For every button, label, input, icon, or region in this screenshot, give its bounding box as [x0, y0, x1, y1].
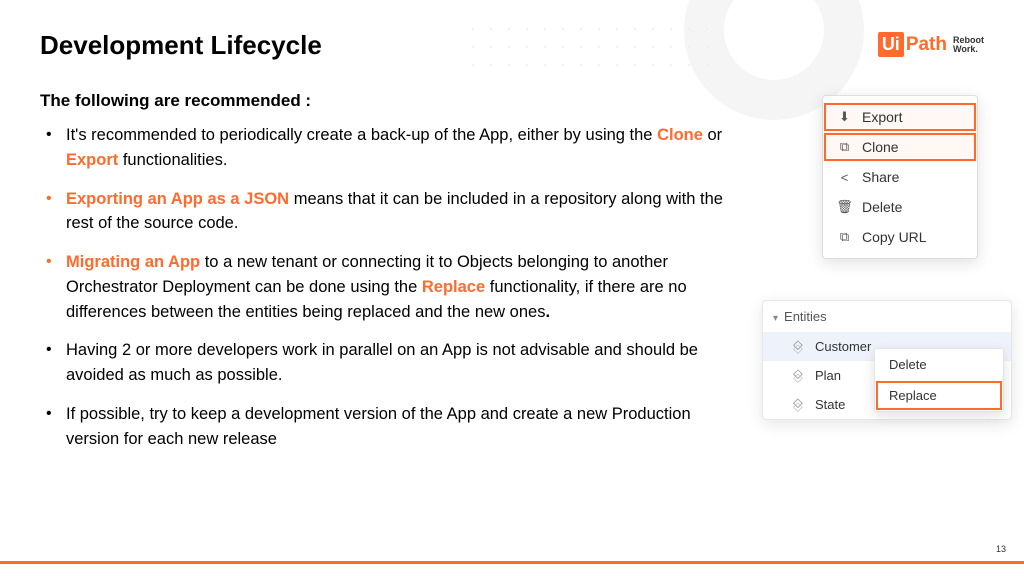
share-icon: <: [837, 170, 852, 185]
keyword-migrate: Migrating an App: [66, 253, 200, 271]
copy-icon: ⧉: [837, 140, 852, 155]
brand-logo: Ui Path Reboot Work.: [878, 32, 984, 57]
bullet-migrate: Migrating an App to a new tenant or conn…: [40, 250, 740, 324]
page-title: Development Lifecycle: [40, 30, 984, 61]
menu-item-clone[interactable]: ⧉Clone: [823, 132, 977, 162]
entity-context-menu: Delete Replace: [874, 348, 1004, 412]
layers-icon: [793, 340, 807, 354]
keyword-export: Export: [66, 151, 118, 169]
keyword-clone: Clone: [657, 126, 703, 144]
bullet-parallel-dev: Having 2 or more developers work in para…: [40, 338, 740, 388]
logo-ui: Ui: [878, 32, 904, 57]
copy-icon: ⧉: [837, 230, 852, 245]
keyword-replace: Replace: [422, 278, 485, 296]
submenu-delete[interactable]: Delete: [875, 349, 1003, 380]
layers-icon: [793, 369, 807, 383]
page-number: 13: [996, 544, 1006, 554]
menu-item-copy-url[interactable]: ⧉Copy URL: [823, 222, 977, 252]
submenu-replace[interactable]: Replace: [875, 380, 1003, 411]
footer-accent-bar: [0, 561, 1024, 564]
menu-item-export[interactable]: ⬇Export: [823, 102, 977, 132]
menu-item-share[interactable]: <Share: [823, 162, 977, 192]
menu-item-delete[interactable]: 🗑Delete: [823, 192, 977, 222]
section-subtitle: The following are recommended :: [40, 91, 740, 111]
layers-icon: [793, 398, 807, 412]
logo-path: Path: [906, 34, 947, 56]
logo-tagline-2: Work.: [953, 45, 984, 54]
download-icon: ⬇: [837, 110, 852, 125]
bullet-backup: It's recommended to periodically create …: [40, 123, 740, 173]
trash-icon: 🗑: [837, 200, 852, 215]
bullet-versions: If possible, try to keep a development v…: [40, 402, 740, 452]
keyword-export-json: Exporting an App as a JSON: [66, 190, 289, 208]
context-menu-app: ⬇Export ⧉Clone <Share 🗑Delete ⧉Copy URL: [822, 95, 978, 259]
entities-header[interactable]: Entities: [763, 301, 1011, 332]
bullet-export-json: Exporting an App as a JSON means that it…: [40, 187, 740, 237]
